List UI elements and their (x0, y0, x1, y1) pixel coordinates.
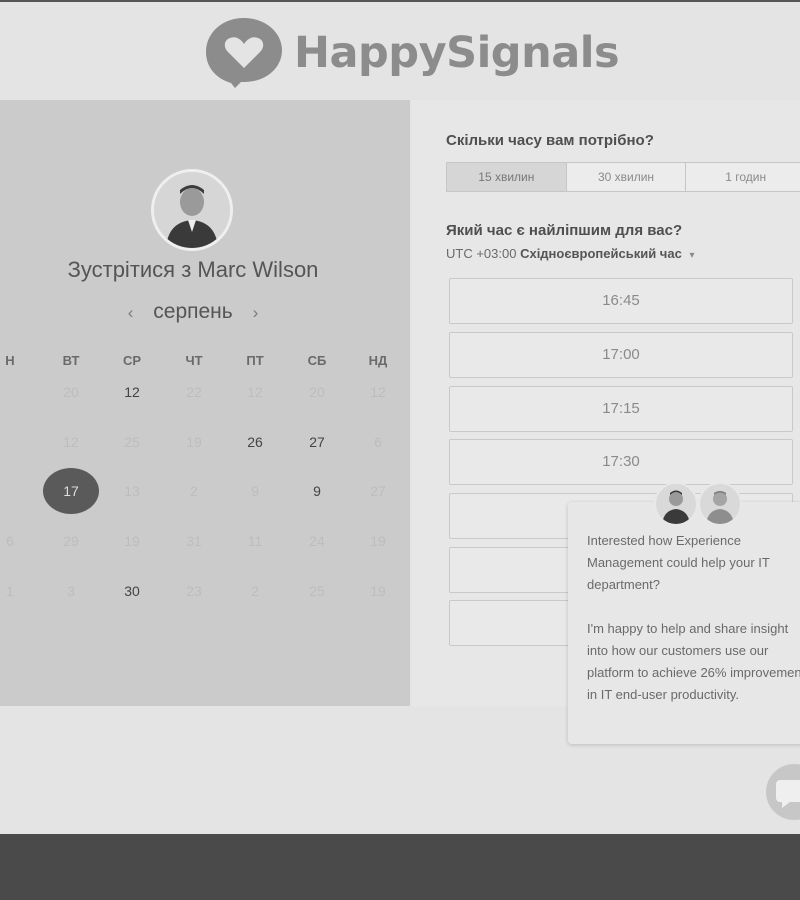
calendar-day: 12 (370, 384, 386, 400)
heart-speech-bubble-logo-icon (206, 18, 282, 88)
timezone-selector[interactable]: UTC +03:00 Східноєвропейський час ▾ (446, 246, 694, 261)
duration-question: Скільки часу вам потрібно? (446, 132, 654, 149)
chat-popup[interactable]: Interested how Experience Management cou… (568, 502, 800, 744)
calendar-day: 12 (63, 434, 79, 450)
weekday-label: ВТ (62, 353, 80, 368)
calendar-day: 24 (309, 533, 325, 549)
calendar-day: 11 (247, 533, 263, 549)
calendar-day: 25 (124, 434, 140, 450)
agent-avatar (654, 482, 698, 526)
calendar-day: 19 (370, 533, 386, 549)
person-icon (706, 491, 734, 524)
calendar-day: 29 (63, 533, 79, 549)
next-month-icon[interactable]: › (239, 303, 273, 323)
chat-bubble-icon (776, 780, 800, 808)
month-label: серпень (153, 300, 233, 323)
person-icon (154, 172, 230, 248)
time-question: Який час є найліпшим для вас? (446, 222, 683, 239)
chat-paragraph: I'm happy to help and share insight into… (587, 621, 800, 702)
calendar-day: 19 (124, 533, 140, 549)
weekday-label: Н (5, 353, 15, 368)
calendar-day[interactable]: 26 (235, 433, 275, 451)
calendar-day: 31 (186, 533, 202, 549)
calendar-day: 1 (6, 583, 14, 599)
calendar-day[interactable]: 30 (112, 582, 152, 600)
duration-60-button[interactable]: 1 годин (686, 163, 800, 191)
calendar-day: 13 (124, 483, 140, 499)
weekday-label: СБ (307, 353, 327, 368)
agent-avatar (698, 482, 742, 526)
calendar-day[interactable]: 12 (112, 383, 152, 401)
calendar-day: 6 (6, 533, 14, 549)
prev-month-icon[interactable]: ‹ (114, 303, 148, 323)
calendar-day: 27 (370, 483, 386, 499)
timezone-name: Східноєвропейський час (520, 246, 682, 261)
timezone-offset: UTC +03:00 (446, 246, 517, 261)
month-navigation: ‹ серпень › (0, 300, 386, 324)
calendar-day: 2 (190, 483, 198, 499)
time-slot[interactable]: 17:15 (449, 386, 793, 432)
time-slot[interactable]: 16:45 (449, 278, 793, 324)
calendar-day: 22 (186, 384, 202, 400)
calendar-day[interactable]: 27 (297, 433, 337, 451)
selected-day[interactable]: 17 (43, 468, 99, 514)
footer-band (0, 834, 800, 900)
calendar-day: 19 (370, 583, 386, 599)
host-avatar (151, 169, 233, 251)
calendar-day: 12 (247, 384, 263, 400)
time-slot[interactable]: 17:00 (449, 332, 793, 378)
calendar-day: 19 (186, 434, 202, 450)
duration-selector: 15 хвилин 30 хвилин 1 годин (446, 162, 800, 192)
weekday-label: ПТ (246, 353, 264, 368)
chat-message: Interested how Experience Management cou… (587, 530, 800, 728)
calendar-day[interactable]: 9 (297, 482, 337, 500)
weekday-label: НД (368, 353, 388, 368)
calendar-day: 20 (309, 384, 325, 400)
person-icon (662, 490, 690, 524)
time-slot[interactable]: 17:30 (449, 439, 793, 485)
calendar-day: 23 (186, 583, 202, 599)
weekday-label: ЧТ (185, 353, 203, 368)
duration-15-button[interactable]: 15 хвилин (447, 163, 567, 191)
header: HappySignals (0, 2, 800, 100)
chat-launcher-button[interactable] (766, 764, 800, 820)
calendar-day: 2 (251, 583, 259, 599)
calendar-day: 25 (309, 583, 325, 599)
calendar-day: 20 (63, 384, 79, 400)
duration-30-button[interactable]: 30 хвилин (567, 163, 687, 191)
weekday-label: СР (122, 353, 142, 368)
calendar-day: 6 (374, 434, 382, 450)
calendar-day: 9 (251, 483, 259, 499)
chat-paragraph: Interested how Experience Management cou… (587, 533, 770, 592)
meeting-title: Зустрітися з Marc Wilson (67, 257, 319, 282)
calendar-panel: Зустрітися з Marc Wilson ‹ серпень › Н ВТ… (0, 100, 410, 706)
caret-down-icon: ▾ (689, 250, 695, 261)
brand-name: HappySignals (294, 28, 620, 78)
chat-avatars (654, 482, 746, 526)
calendar-day: 3 (67, 583, 75, 599)
